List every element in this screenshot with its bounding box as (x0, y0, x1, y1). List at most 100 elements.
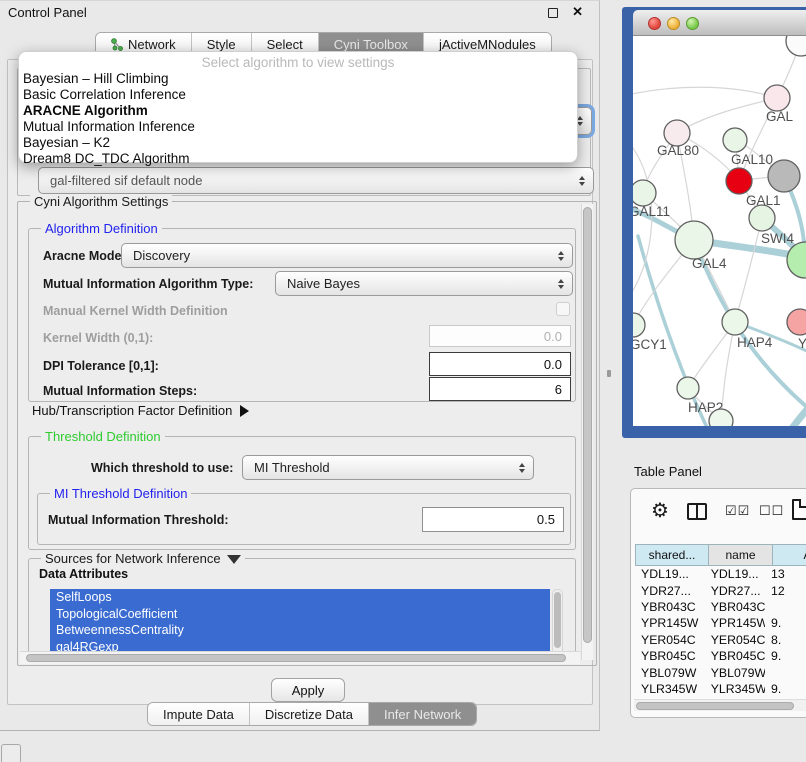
column-header[interactable]: A (773, 544, 806, 566)
table-cell: YBR043C (635, 600, 705, 614)
network-node[interactable] (723, 128, 747, 152)
split-columns-icon[interactable] (687, 503, 707, 520)
algorithm-option[interactable]: Dream8 DC_TDC Algorithm (19, 151, 577, 167)
table-row[interactable]: YBL079WYBL079W (635, 664, 806, 680)
table-panel-title: Table Panel (634, 464, 702, 479)
table-row[interactable]: YER054CYER054C8. (635, 632, 806, 648)
settings-horizontal-scrollbar[interactable] (20, 651, 580, 664)
network-node[interactable] (764, 85, 790, 111)
sources-title[interactable]: Sources for Network Inference (41, 551, 245, 566)
table-cell: YBR045C (705, 649, 765, 663)
mi-steps-label: Mutual Information Steps: (43, 384, 197, 398)
bottom-tabs: Impute Data Discretize Data Infer Networ… (147, 702, 477, 726)
sources-group: Sources for Network Inference Data Attri… (28, 558, 576, 664)
settings-gear-icon[interactable]: ⚙ (651, 501, 669, 521)
close-traffic-icon[interactable] (648, 17, 661, 30)
table-row[interactable]: YPR145WYPR145W9. (635, 615, 806, 631)
attribute-item-selected[interactable]: BetweennessCentrality (50, 622, 550, 639)
network-node[interactable] (677, 377, 699, 399)
network-edge (633, 87, 777, 98)
select-none-unchecked-icon[interactable]: ☐☐ (759, 503, 784, 519)
manual-kernel-label: Manual Kernel Width Definition (43, 304, 228, 318)
hub-definition-label: Hub/Transcription Factor Definition (32, 403, 232, 418)
table-cell: 9. (765, 616, 806, 630)
table-row[interactable]: YBR043CYBR043C (635, 599, 806, 615)
aracne-mode-combo[interactable]: Discovery (121, 243, 573, 268)
algorithm-option[interactable]: Mutual Information Inference (19, 119, 577, 135)
network-node[interactable] (633, 180, 656, 206)
network-node[interactable] (786, 36, 806, 56)
column-header[interactable]: shared... (635, 544, 709, 566)
network-node[interactable] (749, 205, 775, 231)
network-window-titlebar[interactable] (633, 10, 806, 36)
scrollbar-thumb[interactable] (554, 592, 561, 648)
dpi-tolerance-field[interactable]: 0.0 (429, 352, 571, 376)
zoom-traffic-icon[interactable] (686, 17, 699, 30)
application-root: Control Panel ✕ Network Style Select Cyn… (0, 0, 806, 762)
manual-kernel-checkbox[interactable] (556, 302, 570, 316)
mi-type-combo[interactable]: Naive Bayes (275, 271, 573, 296)
float-window-icon[interactable] (548, 8, 558, 18)
column-header[interactable]: name (709, 544, 773, 566)
tab-label: Network (128, 37, 176, 52)
settings-vertical-scrollbar[interactable] (581, 204, 593, 660)
minimize-traffic-icon[interactable] (667, 17, 680, 30)
table-horizontal-scrollbar[interactable] (634, 699, 806, 711)
panel-title: Control Panel (8, 5, 87, 20)
tab-discretize-data[interactable]: Discretize Data (249, 703, 368, 725)
which-threshold-label: Which threshold to use: (91, 461, 233, 475)
panel-resize-handle[interactable] (607, 370, 611, 377)
scrollbar-thumb[interactable] (583, 207, 592, 643)
network-canvas[interactable]: GALGAL80GAL10GAL1GAL11SWI4GAL4GCY1HAP4YH… (633, 36, 806, 426)
mi-threshold-label: Mutual Information Threshold: (48, 513, 229, 527)
collapsed-arrow-icon (240, 405, 249, 417)
scrollbar-thumb[interactable] (636, 702, 794, 710)
algorithm-option[interactable]: Bayesian – Hill Climbing (19, 71, 577, 87)
bottom-left-mini-button[interactable] (1, 744, 21, 762)
algorithm-option[interactable]: Basic Correlation Inference (19, 87, 577, 103)
table-cell: YBL079W (705, 666, 765, 680)
settings-group-title: Cyni Algorithm Settings (30, 194, 172, 209)
table-row[interactable]: YDL19...YDL19...13 (635, 566, 806, 582)
attribute-item-selected[interactable]: TopologicalCoefficient (50, 606, 550, 623)
tab-label: Impute Data (163, 707, 234, 722)
scrollbar-thumb[interactable] (26, 654, 566, 662)
apply-button[interactable]: Apply (271, 678, 345, 702)
node-label: GAL10 (731, 152, 773, 167)
network-node[interactable] (787, 242, 806, 278)
hub-definition-toggle[interactable]: Hub/Transcription Factor Definition (32, 403, 249, 418)
algorithm-option[interactable]: ARACNE Algorithm (19, 103, 577, 119)
network-node[interactable] (709, 409, 733, 426)
network-source-combo[interactable]: gal-filtered sif default node (38, 167, 594, 194)
algorithm-option[interactable]: Bayesian – K2 (19, 135, 577, 151)
table-toolbar: ⚙ ☑☑ ☐☐ (631, 489, 806, 539)
cyni-algorithm-settings-group: Cyni Algorithm Settings Algorithm Defini… (17, 201, 597, 666)
tab-infer-network[interactable]: Infer Network (368, 703, 476, 725)
network-view-window[interactable]: GALGAL80GAL10GAL1GAL11SWI4GAL4GCY1HAP4YH… (622, 7, 806, 438)
table-row[interactable]: YBR045CYBR045C9. (635, 648, 806, 664)
network-node[interactable] (722, 309, 748, 335)
page-export-icon[interactable] (792, 499, 806, 520)
table-row[interactable]: YDR27...YDR27...12 (635, 582, 806, 598)
mi-threshold-title: MI Threshold Definition (50, 486, 191, 501)
attribute-item-selected[interactable]: SelfLoops (50, 589, 550, 606)
kernel-width-field[interactable]: 0.0 (429, 325, 571, 347)
network-canvas-svg: GALGAL80GAL10GAL1GAL11SWI4GAL4GCY1HAP4YH… (633, 36, 806, 426)
table-cell: 9. (765, 682, 806, 696)
network-node[interactable] (787, 309, 806, 335)
network-node[interactable] (768, 160, 800, 192)
network-node[interactable] (675, 221, 713, 259)
mi-steps-field[interactable]: 6 (429, 377, 571, 401)
network-node[interactable] (633, 313, 645, 337)
select-all-checked-icon[interactable]: ☑☑ (725, 503, 750, 519)
close-icon[interactable]: ✕ (572, 4, 583, 20)
aracne-mode-label: Aracne Mode: (43, 249, 126, 263)
network-node[interactable] (726, 168, 752, 194)
table-cell: YER054C (705, 633, 765, 647)
mi-threshold-field[interactable]: 0.5 (422, 507, 564, 532)
tab-impute-data[interactable]: Impute Data (148, 703, 249, 725)
table-cell: YLR345W (705, 682, 765, 696)
which-threshold-combo[interactable]: MI Threshold (242, 455, 534, 480)
table-row[interactable]: YLR345WYLR345W9. (635, 681, 806, 697)
table-cell: YPR145W (635, 616, 705, 630)
